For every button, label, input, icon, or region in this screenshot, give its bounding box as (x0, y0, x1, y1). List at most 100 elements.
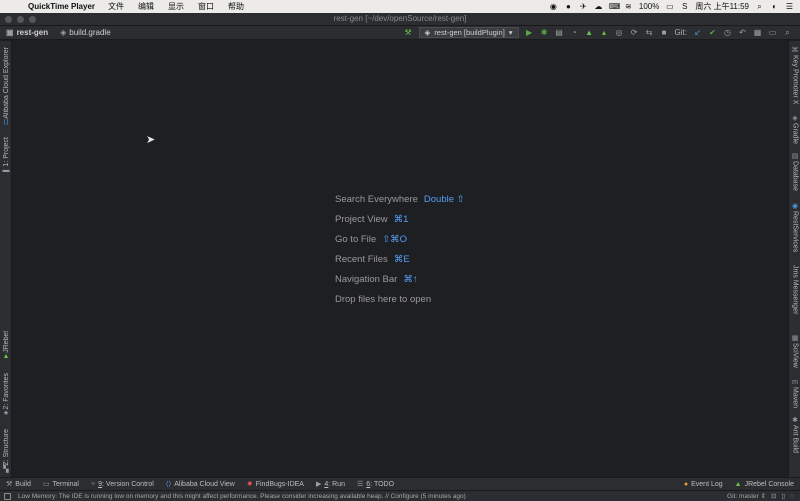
tab-jrebel-console[interactable]: ▲ JRebel Console (729, 481, 800, 488)
tab-project[interactable]: 1: Project ▬ (0, 137, 12, 175)
breadcrumb-project[interactable]: ▣ rest-gen (0, 28, 54, 37)
tab-alibaba-cloud-explorer[interactable]: Alibaba Cloud Explorer ⟨⟩ (0, 47, 12, 127)
tab-rest-services[interactable]: ◉ RestServices (789, 203, 800, 252)
tab-structure-label: Z: Structure (2, 429, 10, 466)
git-history-icon[interactable]: ◷ (723, 28, 732, 37)
menu-window[interactable]: 窗口 (191, 1, 221, 12)
tab-event-log[interactable]: ● Event Log (678, 481, 729, 488)
git-rollback-icon[interactable]: ↶ (738, 28, 747, 37)
hint-shortcut: ⇧⌘O (382, 234, 408, 245)
status-message[interactable]: Low Memory: The IDE is running low on me… (0, 493, 466, 500)
tab-structure[interactable]: Z: Structure ▚ (0, 429, 12, 474)
jrebel-icon: ▲ (2, 352, 10, 360)
spotlight-search-icon[interactable]: ⌕ (755, 2, 764, 11)
hint-navigation-bar: Navigation Bar ⌘↑ (335, 275, 465, 295)
git-commit-icon[interactable]: ✔ (708, 28, 717, 37)
tab-maven[interactable]: m Maven (789, 379, 800, 408)
profile-icon[interactable]: ◔ (570, 28, 579, 37)
structure-icon: ▚ (3, 465, 9, 473)
run-configuration-select[interactable]: ◈ rest-gen [buildPlugin] ▾ (418, 27, 519, 38)
tab-key-promoter-x[interactable]: ⌘ Key Promoter X (789, 47, 800, 104)
debug-icon[interactable]: ✱ (540, 28, 549, 37)
git-branch-widget[interactable]: Git: master ⇕ (727, 492, 766, 500)
menu-edit[interactable]: 编辑 (131, 1, 161, 12)
siri-icon[interactable]: ◐ (770, 2, 779, 11)
wifi-icon[interactable]: ≋ (624, 2, 633, 11)
menu-file[interactable]: 文件 (101, 1, 131, 12)
clock[interactable]: 周六 上午11:59 (695, 1, 749, 12)
attach-icon[interactable]: ◎ (615, 28, 624, 37)
stop-icon[interactable]: ■ (660, 28, 669, 37)
coverage-icon[interactable]: ▤ (555, 28, 564, 37)
tab-jrebel[interactable]: JRebel ▲ (0, 331, 12, 361)
window-title-bar: rest-gen [~/dev/openSource/rest-gen] (0, 13, 800, 26)
tab-sciview[interactable]: ▦ SciView (789, 335, 800, 368)
tab-alibaba-cloud-view[interactable]: ⟨⟩ Alibaba Cloud View (160, 480, 241, 489)
run-icon: ▶ (315, 481, 322, 488)
cloud-icon[interactable]: ☁ (594, 2, 603, 11)
rest-services-icon: ◉ (791, 203, 799, 210)
menu-view[interactable]: 显示 (161, 1, 191, 12)
build-hammer-icon[interactable]: ⚒ (404, 28, 413, 37)
tab-jms-messenger-label: Jms Messenger (791, 265, 799, 315)
tab-gradle[interactable]: ◈ Gradle (789, 115, 800, 144)
gradle-icon: ◈ (792, 115, 798, 122)
search-icon[interactable]: ⌕ (783, 28, 792, 37)
tab-database[interactable]: ▤ Database (789, 153, 800, 191)
project-structure-icon[interactable]: ▦ (753, 28, 762, 37)
run-configuration-label: rest-gen [buildPlugin] (434, 28, 505, 37)
tab-database-label: Database (791, 161, 799, 191)
memory-indicator-icon[interactable]: ▯ (782, 492, 786, 500)
bottom-right-tabs: ● Event Log ▲ JRebel Console (678, 481, 800, 488)
jrebel-icon: ▲ (734, 480, 742, 488)
presentation-icon[interactable]: ▭ (768, 28, 777, 37)
maven-icon: m (792, 379, 798, 386)
git-update-icon[interactable]: ↙ (693, 28, 702, 37)
star-icon: ★ (2, 409, 10, 417)
breadcrumb-project-label: rest-gen (16, 28, 49, 37)
rerun-icon[interactable]: ⟳ (630, 28, 639, 37)
tab-favorites-label: 2: Favorites (2, 373, 10, 410)
record-icon[interactable]: ◉ (549, 2, 558, 11)
tab-build[interactable]: ⚒ Build (0, 480, 37, 489)
battery-percent: 100% (638, 2, 660, 11)
penguin-icon[interactable]: ● (564, 2, 573, 11)
tab-jrebel-label: JRebel (2, 331, 10, 353)
tab-terminal[interactable]: ▭ Terminal (37, 480, 85, 489)
tab-jms-messenger[interactable]: Jms Messenger (789, 265, 800, 314)
lock-icon[interactable]: ⊡ (771, 492, 776, 500)
tab-version-control[interactable]: ⑂ 9: Version Control (85, 481, 160, 488)
menu-help[interactable]: 帮助 (221, 1, 251, 12)
terminal-icon: ▭ (42, 481, 50, 488)
breadcrumb-file[interactable]: ◈ build.gradle (54, 28, 117, 37)
notification-center-icon[interactable]: ☰ (785, 2, 794, 11)
hint-shortcut: ⌘E (393, 254, 410, 265)
main-toolbar: ⚒ ◈ rest-gen [buildPlugin] ▾ ▶ ✱ ▤ ◔ ▲ ▴… (404, 27, 800, 38)
gradle-icon: ◈ (424, 28, 431, 37)
tab-maven-label: Maven (791, 387, 799, 409)
chevron-down-icon: ▾ (508, 28, 513, 37)
s-icon[interactable]: S (680, 2, 689, 11)
tab-findbugs[interactable]: ✹ FindBugs-IDEA (241, 480, 310, 489)
jrebel-debug-icon[interactable]: ▴ (600, 28, 609, 37)
tab-favorites[interactable]: 2: Favorites ★ (0, 373, 12, 418)
run-icon[interactable]: ▶ (525, 28, 534, 37)
battery-icon[interactable]: ▭ (665, 2, 674, 11)
hint-search-everywhere: Search Everywhere Double ⇧ (335, 195, 465, 215)
tab-run[interactable]: ▶ 4: Run (310, 480, 351, 489)
jrebel-run-icon[interactable]: ▲ (585, 28, 594, 37)
notifications-icon[interactable]: ◌ (790, 493, 794, 500)
tab-todo[interactable]: ☰ 6: TODO (351, 480, 400, 489)
tab-project-label: 1: Project (2, 137, 10, 167)
app-menu[interactable]: QuickTime Player (26, 2, 101, 11)
tab-ant-build[interactable]: ✱ Ant Build (789, 417, 800, 453)
tab-sciview-label: SciView (791, 343, 799, 368)
hotswap-icon[interactable]: ⇆ (645, 28, 654, 37)
tab-jrebel-console-label: JRebel Console (744, 480, 794, 488)
plane-icon[interactable]: ✈ (579, 2, 588, 11)
right-tool-strip: ⌘ Key Promoter X ◈ Gradle ▤ Database ◉ R… (788, 41, 800, 477)
tool-windows-toggle-icon[interactable] (4, 493, 11, 500)
input-method-icon[interactable]: ⌨ (609, 2, 621, 11)
tab-run-label: : Run (328, 480, 345, 488)
tab-build-label: Build (15, 480, 31, 488)
